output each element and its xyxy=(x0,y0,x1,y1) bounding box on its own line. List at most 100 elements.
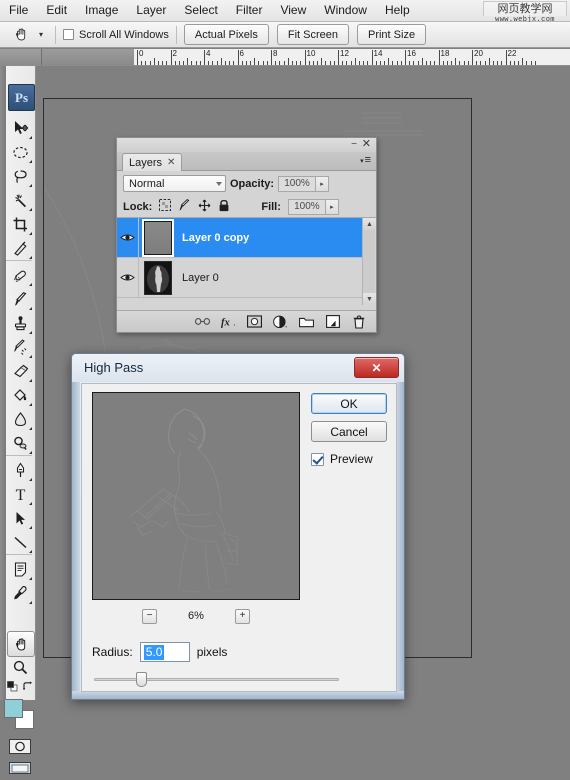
scroll-down-arrow-icon[interactable]: ▼ xyxy=(363,293,376,305)
layers-panel[interactable]: − ✕ Layers ✕ ▾ ≡ Normal Opacity: 100% ▸ L… xyxy=(116,137,377,333)
pen-tool[interactable] xyxy=(7,458,33,482)
hand-icon[interactable] xyxy=(8,24,34,46)
default-colors-icon[interactable] xyxy=(7,679,18,697)
layer-visibility-toggle[interactable] xyxy=(117,258,139,297)
crop-tool[interactable] xyxy=(7,212,33,236)
healing-brush-submenu-arrow[interactable] xyxy=(29,283,32,286)
cancel-button[interactable]: Cancel xyxy=(311,421,387,442)
fill-stepper[interactable]: ▸ xyxy=(325,198,339,215)
table-row[interactable]: Layer 0 xyxy=(117,258,363,298)
preview-checkbox[interactable] xyxy=(311,452,324,466)
slice-tool-submenu-arrow[interactable] xyxy=(29,256,32,259)
dodge-tool[interactable] xyxy=(7,431,33,455)
blend-mode-select[interactable]: Normal xyxy=(123,175,226,192)
screen-mode-icon[interactable] xyxy=(7,756,33,780)
layer-mask-icon[interactable] xyxy=(247,314,262,329)
menu-item-filter[interactable]: Filter xyxy=(227,1,272,20)
line-tool-submenu-arrow[interactable] xyxy=(29,550,32,553)
layers-list[interactable]: Layer 0 copy Layer 0 xyxy=(117,218,376,305)
tool-preset-chevron-down-icon[interactable]: ▾ xyxy=(34,24,48,46)
paint-bucket-submenu-arrow[interactable] xyxy=(29,403,32,406)
menu-item-select[interactable]: Select xyxy=(175,1,226,20)
layers-panel-menu-icon[interactable]: ▾ ≡ xyxy=(360,155,371,166)
print-size-button[interactable]: Print Size xyxy=(356,24,427,45)
new-layer-icon[interactable] xyxy=(325,314,340,329)
close-icon[interactable]: ✕ xyxy=(354,357,399,378)
blur-tool[interactable] xyxy=(7,407,33,431)
foreground-color-swatch[interactable] xyxy=(4,699,23,718)
scroll-up-arrow-icon[interactable]: ▲ xyxy=(363,218,376,230)
layer-visibility-toggle[interactable] xyxy=(117,218,139,257)
line-tool[interactable] xyxy=(7,530,33,554)
layer-name[interactable]: Layer 0 copy xyxy=(182,232,249,244)
notes-tool-submenu-arrow[interactable] xyxy=(29,577,32,580)
layer-thumbnail[interactable] xyxy=(144,260,172,295)
magic-wand-tool[interactable] xyxy=(7,188,33,212)
lasso-tool[interactable] xyxy=(7,164,33,188)
layers-panel-titlebar[interactable]: − ✕ xyxy=(117,138,376,152)
fill-value[interactable]: 100% xyxy=(287,198,326,215)
clone-stamp-tool[interactable] xyxy=(7,311,33,335)
dialog-titlebar[interactable]: High Pass ✕ xyxy=(72,354,404,382)
opacity-value[interactable]: 100% xyxy=(278,175,317,192)
preview-checkbox-row[interactable]: Preview xyxy=(311,452,373,466)
clone-stamp-submenu-arrow[interactable] xyxy=(29,331,32,334)
layer-thumbnail[interactable] xyxy=(142,218,174,257)
menu-item-image[interactable]: Image xyxy=(76,1,127,20)
link-layers-icon[interactable] xyxy=(195,314,210,329)
layers-panel-minimize-icon[interactable]: − xyxy=(351,140,357,150)
radius-slider-track[interactable] xyxy=(94,678,339,681)
marquee-tool-submenu-arrow[interactable] xyxy=(29,160,32,163)
history-brush-submenu-arrow[interactable] xyxy=(29,355,32,358)
radius-input[interactable]: 5.0 xyxy=(139,642,190,662)
lock-all-icon[interactable] xyxy=(218,199,230,215)
move-tool-submenu-arrow[interactable] xyxy=(29,136,32,139)
fit-screen-button[interactable]: Fit Screen xyxy=(276,24,349,45)
slice-tool[interactable] xyxy=(7,236,33,260)
elliptical-marquee-tool[interactable] xyxy=(7,140,33,164)
toolbox-drag-grip[interactable] xyxy=(0,66,6,700)
menu-item-layer[interactable]: Layer xyxy=(127,1,175,20)
magic-wand-tool-submenu-arrow[interactable] xyxy=(29,208,32,211)
zoom-out-button[interactable]: − xyxy=(142,608,157,624)
history-brush-tool[interactable] xyxy=(7,335,33,359)
eraser-tool[interactable] xyxy=(7,359,33,383)
notes-tool[interactable] xyxy=(7,557,33,581)
tab-layers[interactable]: Layers ✕ xyxy=(122,153,183,171)
table-row[interactable]: Layer 0 copy xyxy=(117,218,363,258)
healing-brush-tool[interactable] xyxy=(7,263,33,287)
zoom-tool[interactable] xyxy=(7,655,33,679)
zoom-in-button[interactable]: + xyxy=(235,608,250,624)
crop-tool-submenu-arrow[interactable] xyxy=(29,232,32,235)
adjustment-layer-icon[interactable] xyxy=(273,314,288,329)
ok-button[interactable]: OK xyxy=(311,393,387,414)
delete-layer-icon[interactable] xyxy=(351,314,366,329)
paint-bucket-tool[interactable] xyxy=(7,383,33,407)
layers-list-scrollbar[interactable]: ▲ ▼ xyxy=(362,218,376,305)
layer-name[interactable]: Layer 0 xyxy=(182,272,219,284)
menu-item-help[interactable]: Help xyxy=(376,1,419,20)
menu-item-edit[interactable]: Edit xyxy=(37,1,76,20)
scroll-all-windows-option[interactable]: Scroll All Windows xyxy=(63,29,169,41)
new-group-icon[interactable] xyxy=(299,314,314,329)
menu-item-file[interactable]: File xyxy=(0,1,37,20)
filter-preview[interactable] xyxy=(92,392,300,600)
quick-mask-icon[interactable] xyxy=(7,734,33,758)
eyedropper-tool[interactable] xyxy=(7,581,33,605)
type-tool-submenu-arrow[interactable] xyxy=(29,502,32,505)
blend-mode-chevron-down-icon[interactable] xyxy=(216,181,222,186)
blur-tool-submenu-arrow[interactable] xyxy=(29,427,32,430)
brush-tool[interactable] xyxy=(7,287,33,311)
opacity-stepper[interactable]: ▸ xyxy=(316,175,330,192)
dodge-tool-submenu-arrow[interactable] xyxy=(29,451,32,454)
radius-slider[interactable] xyxy=(94,671,344,687)
high-pass-dialog[interactable]: High Pass ✕ − 6% + Radius: 5.0 pixels OK… xyxy=(71,353,405,700)
pen-tool-submenu-arrow[interactable] xyxy=(29,478,32,481)
menu-item-window[interactable]: Window xyxy=(315,1,376,20)
menu-item-view[interactable]: View xyxy=(271,1,315,20)
tab-layers-close-icon[interactable]: ✕ xyxy=(167,157,175,168)
path-selection-submenu-arrow[interactable] xyxy=(29,526,32,529)
move-tool[interactable] xyxy=(7,116,33,140)
layers-panel-close-icon[interactable]: ✕ xyxy=(362,138,371,151)
type-tool[interactable]: T xyxy=(7,482,33,506)
